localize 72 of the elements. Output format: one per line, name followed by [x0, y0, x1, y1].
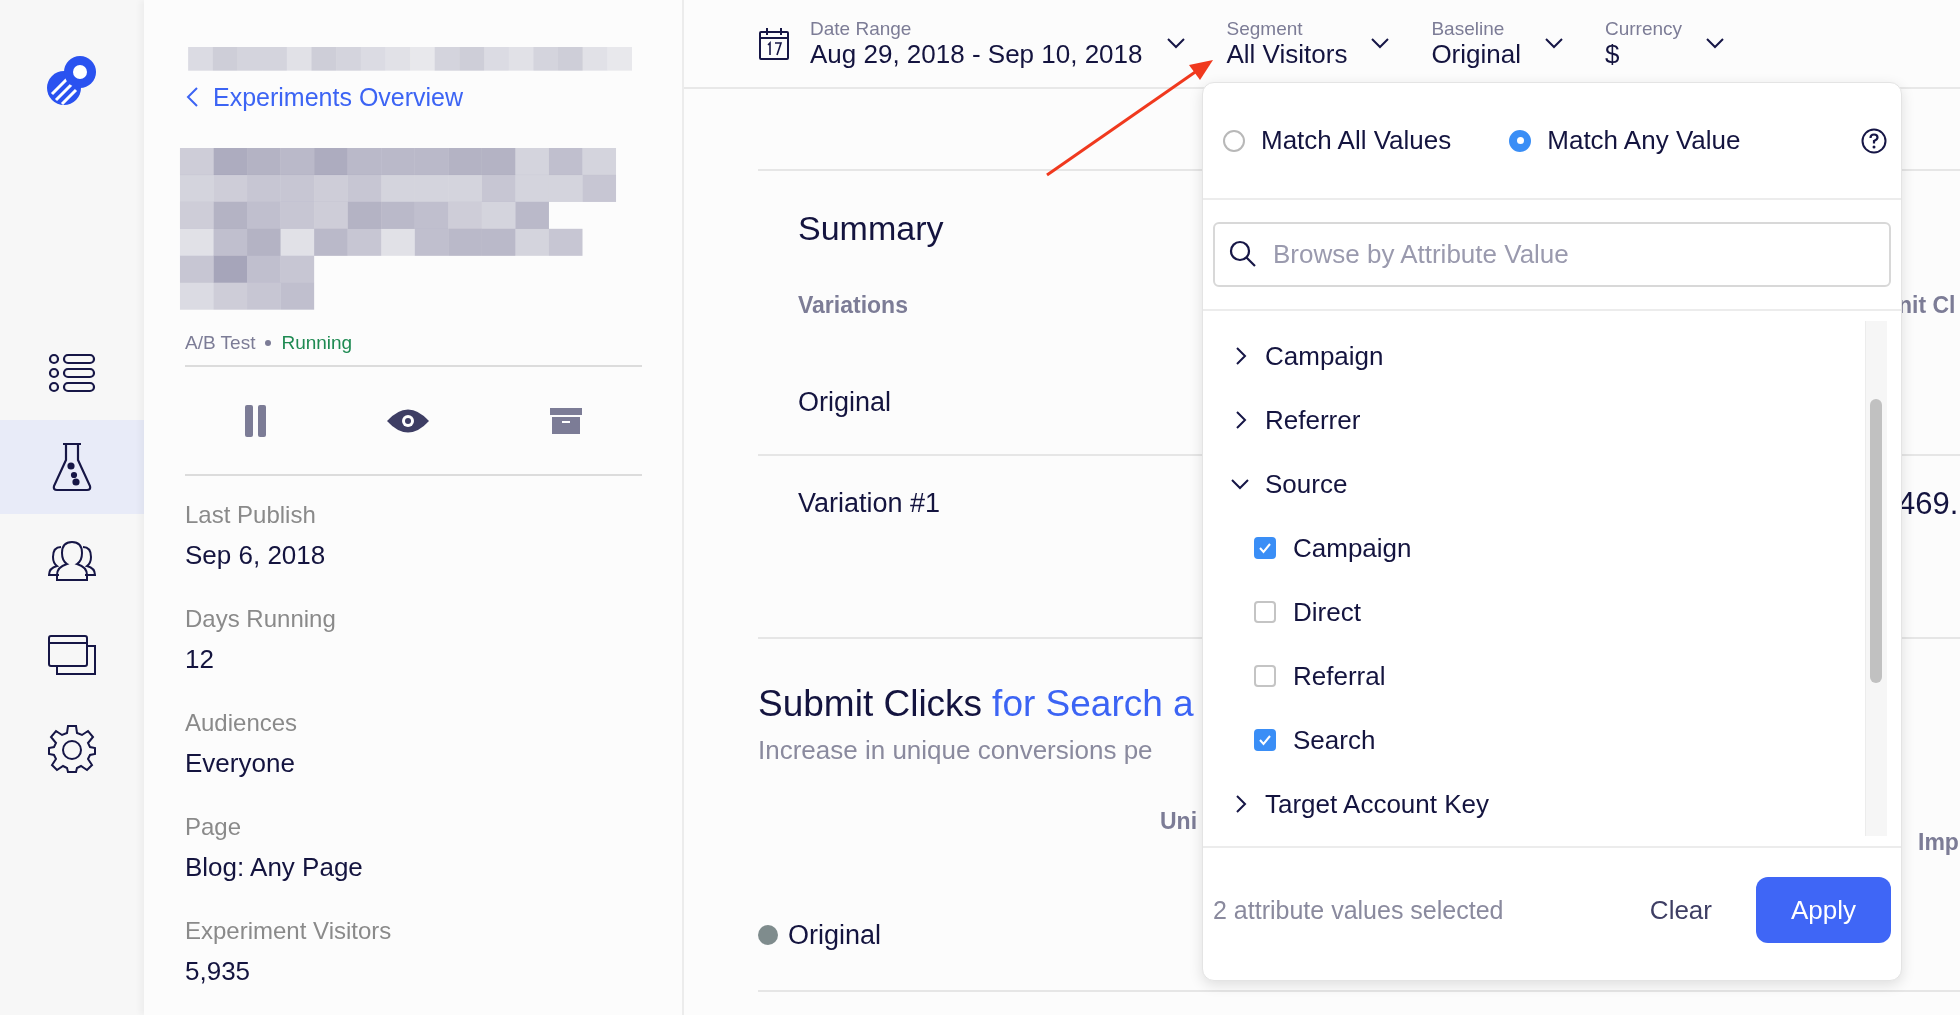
detail-label: Last Publish — [185, 500, 317, 530]
metric-title: Submit Clicks — [758, 683, 983, 725]
calendar-icon — [758, 26, 790, 61]
column-header: Uni — [1160, 808, 1198, 835]
flask-icon — [51, 442, 93, 492]
chevron-left-icon — [185, 86, 199, 109]
checkbox[interactable] — [1254, 665, 1276, 687]
back-link-label[interactable]: Experiments Overview — [213, 82, 464, 112]
attribute-value-option[interactable]: Direct — [1203, 580, 1865, 644]
checkbox[interactable] — [1254, 601, 1276, 623]
radio-button[interactable] — [1509, 129, 1532, 152]
table-cell: 469. — [1898, 486, 1959, 522]
list-icon — [48, 353, 96, 393]
settings-icon — [47, 724, 97, 774]
metric-description: Increase in unique conversions pe — [758, 735, 1153, 766]
detail-label: Page — [185, 812, 243, 842]
section-title: Summary — [797, 208, 944, 248]
apply-button[interactable]: Apply — [1756, 877, 1891, 943]
detail-value: Blog: Any Page — [185, 851, 364, 884]
filter-dropdown[interactable]: Date Range Aug 29, 2018 - Sep 10, 2018 — [758, 18, 1185, 69]
back-link[interactable]: Experiments Overview — [185, 82, 642, 113]
chevron-down-icon — [1706, 38, 1725, 49]
variation-name: Variation #1 — [798, 488, 941, 519]
check-icon — [1258, 542, 1272, 554]
radio-button[interactable] — [1223, 129, 1245, 152]
people-icon — [47, 539, 97, 583]
radio-option[interactable]: Match Any Value — [1509, 125, 1741, 156]
variation-name: Original — [798, 387, 892, 418]
attribute-group[interactable]: Campaign — [1203, 324, 1865, 388]
nav-item[interactable] — [0, 420, 144, 514]
detail-label: Days Running — [185, 604, 337, 634]
help-icon[interactable] — [1861, 127, 1887, 154]
radio-option[interactable]: Match All Values — [1223, 125, 1452, 156]
chevron-down-icon — [1166, 38, 1185, 49]
checkbox[interactable] — [1254, 537, 1276, 559]
filter-dropdown[interactable]: Baseline Original — [1431, 18, 1563, 69]
attribute-value-option[interactable]: Search — [1203, 708, 1865, 772]
detail-value: 5,935 — [185, 955, 252, 988]
attribute-group[interactable]: Target Account Key — [1203, 772, 1865, 836]
clear-button[interactable]: Clear — [1643, 893, 1718, 927]
chevron-down-icon — [1545, 38, 1563, 49]
attribute-value-option[interactable]: Campaign — [1203, 516, 1865, 580]
detail-value: Sep 6, 2018 — [185, 539, 327, 572]
selection-summary: 2 attribute values selected — [1213, 895, 1505, 925]
detail-label: Experiment Visitors — [185, 916, 393, 946]
detail-value: 12 — [185, 643, 215, 676]
windows-icon — [47, 634, 97, 676]
attribute-group[interactable]: Referrer — [1203, 388, 1865, 452]
experiment-type: A/B Test — [185, 331, 256, 354]
check-icon — [1258, 734, 1272, 746]
filter-dropdown[interactable]: Currency $ — [1605, 18, 1725, 69]
search-icon — [1229, 240, 1257, 268]
detail-value: Everyone — [185, 747, 296, 780]
attribute-group[interactable]: Source — [1203, 452, 1865, 516]
filter-dropdown[interactable]: Segment All Visitors — [1226, 18, 1390, 69]
separator-dot — [265, 339, 272, 346]
checkbox[interactable] — [1254, 729, 1276, 751]
variation-dot — [758, 925, 778, 945]
pause-icon — [244, 404, 267, 437]
column-header: Imp — [1918, 829, 1959, 856]
search-field[interactable]: Browse by Attribute Value — [1213, 222, 1891, 287]
scrollbar[interactable] — [1865, 321, 1887, 836]
archive-icon — [550, 407, 583, 434]
eye-icon — [386, 407, 431, 434]
column-header: Variations — [798, 291, 908, 319]
experiment-status: Running — [281, 331, 353, 354]
metric-page-link[interactable]: for Search a — [992, 683, 1194, 725]
chevron-down-icon — [1371, 38, 1390, 49]
attribute-value-option[interactable]: Referral — [1203, 644, 1865, 708]
detail-label: Audiences — [185, 708, 299, 738]
variation-name: Original — [788, 919, 882, 951]
chevron-down-icon — [1231, 478, 1249, 490]
